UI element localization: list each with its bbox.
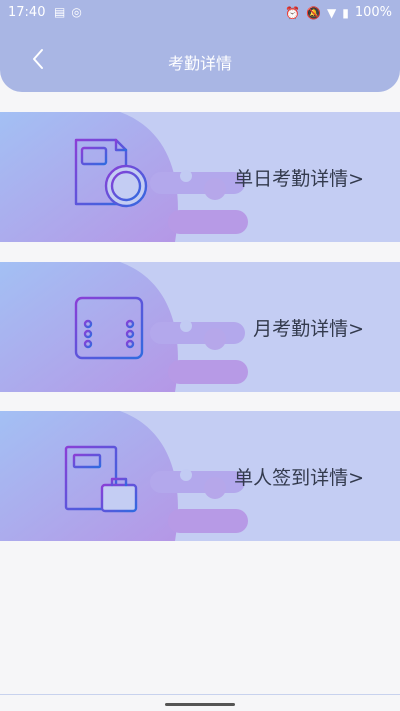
app-header: 考勤详情	[0, 26, 400, 92]
card-monthly-attendance[interactable]: 月考勤详情>	[0, 262, 400, 392]
card-label-monthly: 月考勤详情>	[253, 318, 364, 340]
divider	[0, 694, 400, 695]
mute-icon: 🔕	[306, 5, 321, 20]
card-daily-attendance[interactable]: 单日考勤详情>	[0, 112, 400, 242]
home-indicator[interactable]	[165, 703, 235, 706]
battery-icon: ▮	[342, 5, 349, 20]
calendar-list-icon	[64, 284, 156, 370]
card-label-daily: 单日考勤详情>	[234, 168, 364, 190]
card-individual-signin[interactable]: 单人签到详情>	[0, 411, 400, 541]
message-icon: ▤	[54, 5, 66, 19]
sync-icon: ◎	[71, 5, 82, 19]
status-bar: 17:40 ▤ ◎ ⏰ 🔕 ▼ ▮ 100%	[0, 0, 400, 26]
page-title: 考勤详情	[167, 54, 232, 73]
document-clock-icon	[64, 134, 156, 220]
card-label-individual: 单人签到详情>	[234, 467, 364, 489]
document-briefcase-icon	[64, 433, 156, 519]
status-time: 17:40	[8, 5, 46, 20]
battery-level: 100%	[354, 5, 392, 20]
wifi-icon: ▼	[326, 5, 337, 20]
alarm-icon: ⏰	[285, 5, 301, 20]
